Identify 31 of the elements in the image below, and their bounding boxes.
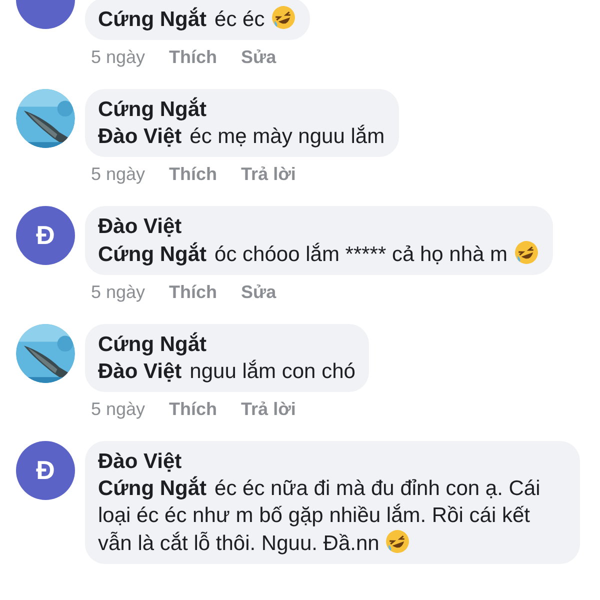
mention-link[interactable]: Đào Việt <box>98 360 182 383</box>
action-link[interactable]: Thích <box>169 281 218 303</box>
action-link[interactable]: Sửa <box>241 281 276 303</box>
comment-text: Cứng Ngắt éc éc <box>98 5 296 33</box>
timestamp: 5 ngày <box>91 281 146 303</box>
action-link[interactable]: Thích <box>169 398 218 420</box>
author-name[interactable]: Cứng Ngắt <box>98 331 356 358</box>
laughing-emoji-icon <box>270 5 296 30</box>
mention-link[interactable]: Cứng Ngắt <box>98 243 207 266</box>
comment-text: Cứng Ngắt éc éc nữa đi mà đu đỉnh con ạ. Cái loại éc éc như m bố gặp nhiều lắm. Rồi cái kết vẫn là cắt lỗ thôi. Nguu. Đầ.nn <box>98 475 542 557</box>
author-name[interactable]: Đào Việt <box>98 448 566 475</box>
author-name[interactable]: Đào Việt <box>98 213 539 240</box>
timestamp: 5 ngày <box>91 398 146 420</box>
timestamp: 5 ngày <box>91 163 146 185</box>
author-name[interactable]: Cứng Ngắt <box>98 96 385 123</box>
action-link[interactable]: Thích <box>169 163 218 185</box>
laughing-emoji-icon <box>514 240 539 265</box>
mention-link[interactable]: Cứng Ngắt <box>98 8 207 31</box>
comment-text: Đào Việt nguu lắm con chó <box>98 358 356 385</box>
action-link[interactable]: Thích <box>169 46 218 68</box>
avatar[interactable]: Đ <box>16 206 75 265</box>
comment-text: Cứng Ngắt óc chóoo lắm ***** cả họ nhà m <box>98 240 539 268</box>
timestamp: 5 ngày <box>91 46 146 68</box>
laughing-emoji-icon <box>385 529 410 554</box>
action-link[interactable]: Trả lời <box>241 163 296 185</box>
avatar[interactable]: Đ <box>16 441 75 500</box>
mention-link[interactable]: Cứng Ngắt <box>98 477 207 500</box>
action-link[interactable]: Sửa <box>241 46 276 68</box>
comment-text: Đào Việt éc mẹ mày nguu lắm <box>98 124 385 150</box>
mention-link[interactable]: Đào Việt <box>98 125 182 148</box>
action-link[interactable]: Trả lời <box>241 398 296 420</box>
